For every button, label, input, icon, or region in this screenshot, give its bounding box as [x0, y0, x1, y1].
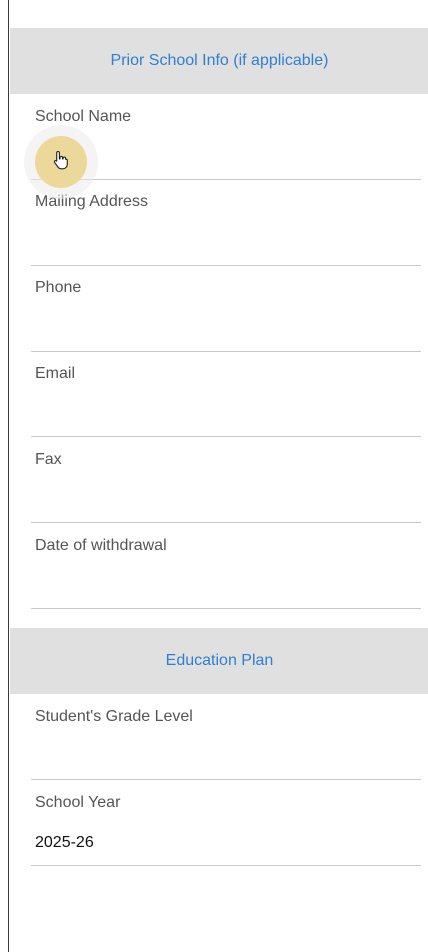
- school-name-field[interactable]: School Name: [31, 94, 421, 180]
- email-field[interactable]: Email: [31, 351, 421, 437]
- section-title: Prior School Info (if applicable): [110, 52, 329, 69]
- field-label: Mailing Address: [35, 193, 148, 210]
- field-value: 2025-26: [35, 834, 94, 851]
- field-label: School Name: [35, 108, 132, 125]
- field-label: Phone: [35, 279, 82, 296]
- school-year-field[interactable]: School Year 2025-26: [31, 780, 421, 866]
- section-header-prior-school: Prior School Info (if applicable): [10, 28, 428, 94]
- mailing-address-field[interactable]: Mailing Address: [31, 180, 421, 266]
- field-label: Fax: [35, 451, 62, 468]
- section-title: Education Plan: [165, 652, 274, 669]
- field-label: Student's Grade Level: [35, 708, 193, 725]
- fax-field[interactable]: Fax: [31, 437, 421, 523]
- grade-level-field[interactable]: Student's Grade Level: [31, 694, 421, 780]
- phone-field[interactable]: Phone: [31, 266, 421, 352]
- date-of-withdrawal-field[interactable]: Date of withdrawal: [31, 523, 421, 609]
- field-label: Date of withdrawal: [35, 537, 167, 554]
- field-label: School Year: [35, 794, 121, 811]
- form-panel: Prior School Info (if applicable) School…: [8, 0, 428, 952]
- section-header-education-plan: Education Plan: [10, 628, 428, 694]
- field-label: Email: [35, 365, 76, 382]
